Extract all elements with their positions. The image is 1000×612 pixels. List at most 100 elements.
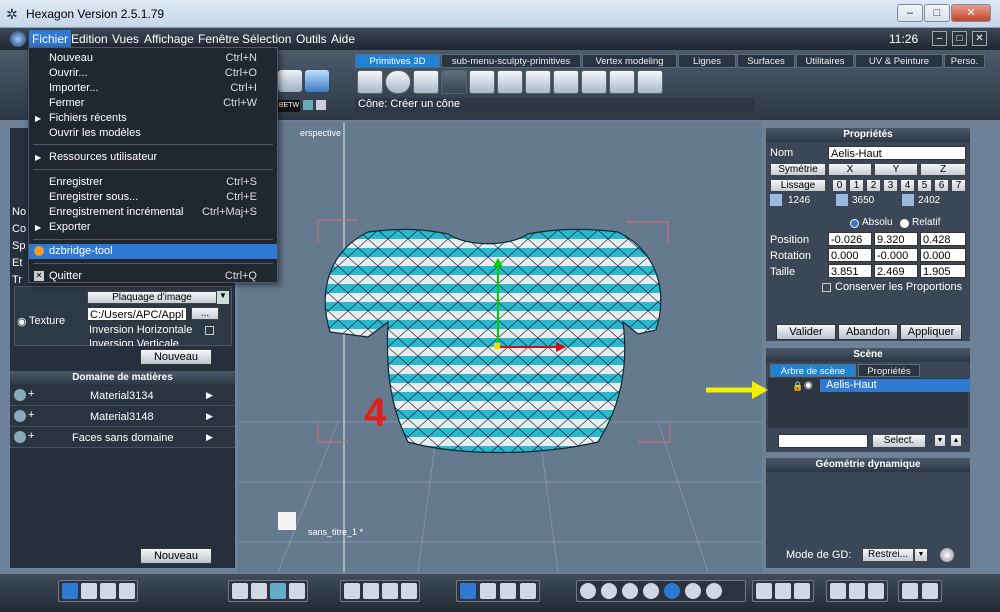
zoom-icon[interactable]: [382, 583, 398, 599]
menu-item-ressources[interactable]: ▶ Ressources utilisateur: [29, 150, 277, 165]
tab-utilitaires[interactable]: Utilitaires: [796, 54, 854, 68]
cube-blue-tool-icon[interactable]: [305, 70, 329, 92]
app-orb-icon[interactable]: [10, 31, 26, 47]
menu-item-dzbridge-tool[interactable]: dzbridge-tool: [29, 244, 277, 259]
universal-manipulator-icon[interactable]: [460, 583, 476, 599]
menu-selection[interactable]: Sélection: [242, 32, 291, 46]
cylinder-icon[interactable]: [469, 70, 495, 94]
nouveau-button[interactable]: Nouveau: [140, 349, 212, 365]
list-item[interactable]: + Material3148 ▶: [10, 407, 235, 427]
inner-minimize-button[interactable]: –: [932, 31, 947, 46]
select-button[interactable]: Select.: [872, 434, 926, 448]
camera-icon[interactable]: [922, 583, 938, 599]
list-item[interactable]: + Material3134 ▶: [10, 386, 235, 406]
tab-scene-proprietes[interactable]: Propriétés: [858, 364, 920, 377]
drop-icon[interactable]: [520, 583, 536, 599]
rotation-z-field[interactable]: 0.000: [920, 248, 966, 262]
hammer-icon[interactable]: [637, 70, 663, 94]
list-item[interactable]: + Faces sans domaine ▶: [10, 428, 235, 448]
minimize-button[interactable]: –: [897, 4, 923, 22]
smooth-shading-icon[interactable]: [601, 583, 617, 599]
grid-settings-icon[interactable]: [289, 583, 305, 599]
sym-y-button[interactable]: Y: [874, 163, 918, 176]
render-shading-icon[interactable]: [706, 583, 722, 599]
gd-mode-select[interactable]: Restrei...: [862, 548, 914, 562]
taille-z-field[interactable]: 1.905: [920, 264, 966, 278]
menu-item-enregistrer[interactable]: Enregistrer Ctrl+S: [29, 175, 277, 190]
dodecahedron-icon[interactable]: [581, 70, 607, 94]
render-icon[interactable]: [830, 583, 846, 599]
browse-button[interactable]: ...: [191, 307, 219, 320]
grid-toggle-icon[interactable]: [270, 583, 286, 599]
tab-primitives-3d[interactable]: Primitives 3D: [355, 54, 440, 68]
nom-field[interactable]: Aelis-Haut: [828, 146, 966, 160]
nouveau-domain-button[interactable]: Nouveau: [140, 548, 212, 564]
cube-tool-icon[interactable]: [278, 70, 302, 92]
menu-item-exporter[interactable]: ▶ Exporter: [29, 220, 277, 235]
menu-item-ouvrir-modeles[interactable]: Ouvrir les modèles: [29, 126, 277, 141]
light-settings-icon[interactable]: [775, 583, 791, 599]
position-x-field[interactable]: -0.026: [828, 232, 872, 246]
menu-item-importer[interactable]: Importer... Ctrl+I: [29, 81, 277, 96]
lissage-6[interactable]: 6: [934, 179, 949, 192]
polyhedron-icon[interactable]: [609, 70, 635, 94]
split-view-icon[interactable]: [100, 583, 116, 599]
absolu-radio[interactable]: [850, 219, 859, 228]
plus-icon[interactable]: +: [28, 430, 34, 442]
appliquer-button[interactable]: Appliquer: [900, 324, 962, 340]
chevron-right-icon[interactable]: ▶: [206, 411, 213, 422]
menu-item-enregistrer-sous[interactable]: Enregistrer sous... Ctrl+E: [29, 190, 277, 205]
menu-item-nouveau[interactable]: Nouveau Ctrl+N: [29, 51, 277, 66]
scene-search-field[interactable]: [778, 434, 868, 448]
grid-plane-icon[interactable]: [441, 70, 467, 94]
lissage-5[interactable]: 5: [917, 179, 932, 192]
texture-path-field[interactable]: C:/Users/APC/Appl: [87, 307, 187, 321]
scene-item-aelis-haut[interactable]: Aelis-Haut: [820, 379, 970, 392]
lissage-2[interactable]: 2: [866, 179, 881, 192]
lined-shading-icon[interactable]: [643, 583, 659, 599]
pyramid-icon[interactable]: [525, 70, 551, 94]
menu-aide[interactable]: Aide: [331, 32, 355, 46]
cube-icon[interactable]: [357, 70, 383, 94]
lissage-1[interactable]: 1: [849, 179, 864, 192]
lock-icon[interactable]: 🔒: [792, 381, 803, 392]
cone-icon[interactable]: [497, 70, 523, 94]
lissage-3[interactable]: 3: [883, 179, 898, 192]
render-region-icon[interactable]: [849, 583, 865, 599]
menu-item-quitter[interactable]: ✕ Quitter Ctrl+Q: [29, 269, 277, 284]
plus-icon[interactable]: +: [28, 409, 34, 421]
lissage-4[interactable]: 4: [900, 179, 915, 192]
menu-fenetre[interactable]: Fenêtre: [198, 32, 239, 46]
menu-item-ouvrir[interactable]: Ouvrir... Ctrl+O: [29, 66, 277, 81]
settings-icon[interactable]: [902, 583, 918, 599]
close-button[interactable]: ✕: [951, 4, 991, 22]
menu-outils[interactable]: Outils: [296, 32, 327, 46]
sphere-icon[interactable]: [385, 70, 411, 94]
relatif-radio[interactable]: [900, 219, 909, 228]
chevron-down-icon[interactable]: ▼: [217, 291, 229, 304]
light-icon[interactable]: [756, 583, 772, 599]
taille-y-field[interactable]: 2.469: [874, 264, 918, 278]
material-shading-icon[interactable]: [685, 583, 701, 599]
plane-icon[interactable]: [413, 70, 439, 94]
plaquage-select[interactable]: Plaquage d'image: [87, 291, 217, 304]
chevron-down-icon[interactable]: ▼: [934, 434, 946, 447]
viewport-3d[interactable]: [238, 122, 762, 573]
tab-surfaces[interactable]: Surfaces: [737, 54, 795, 68]
tab-vertex[interactable]: Vertex modeling: [582, 54, 677, 68]
sym-z-button[interactable]: Z: [920, 163, 966, 176]
chevron-up-icon[interactable]: ▲: [950, 434, 962, 447]
inner-close-button[interactable]: ✕: [972, 31, 987, 46]
position-z-field[interactable]: 0.428: [920, 232, 966, 246]
small-toggle-icon[interactable]: [303, 100, 313, 110]
wireframe-shading-icon[interactable]: [580, 583, 596, 599]
menu-vues[interactable]: Vues: [112, 32, 139, 46]
inner-maximize-button[interactable]: □: [952, 31, 967, 46]
tab-arbre-scene[interactable]: Arbre de scène: [770, 364, 856, 377]
quad-view-icon[interactable]: [81, 583, 97, 599]
conserver-checkbox[interactable]: [822, 283, 831, 292]
abandon-button[interactable]: Abandon: [838, 324, 898, 340]
render-settings-icon[interactable]: [868, 583, 884, 599]
chevron-right-icon[interactable]: ▶: [206, 432, 213, 443]
menu-item-enregistrement-incremental[interactable]: Enregistrement incrémental Ctrl+Maj+S: [29, 205, 277, 220]
